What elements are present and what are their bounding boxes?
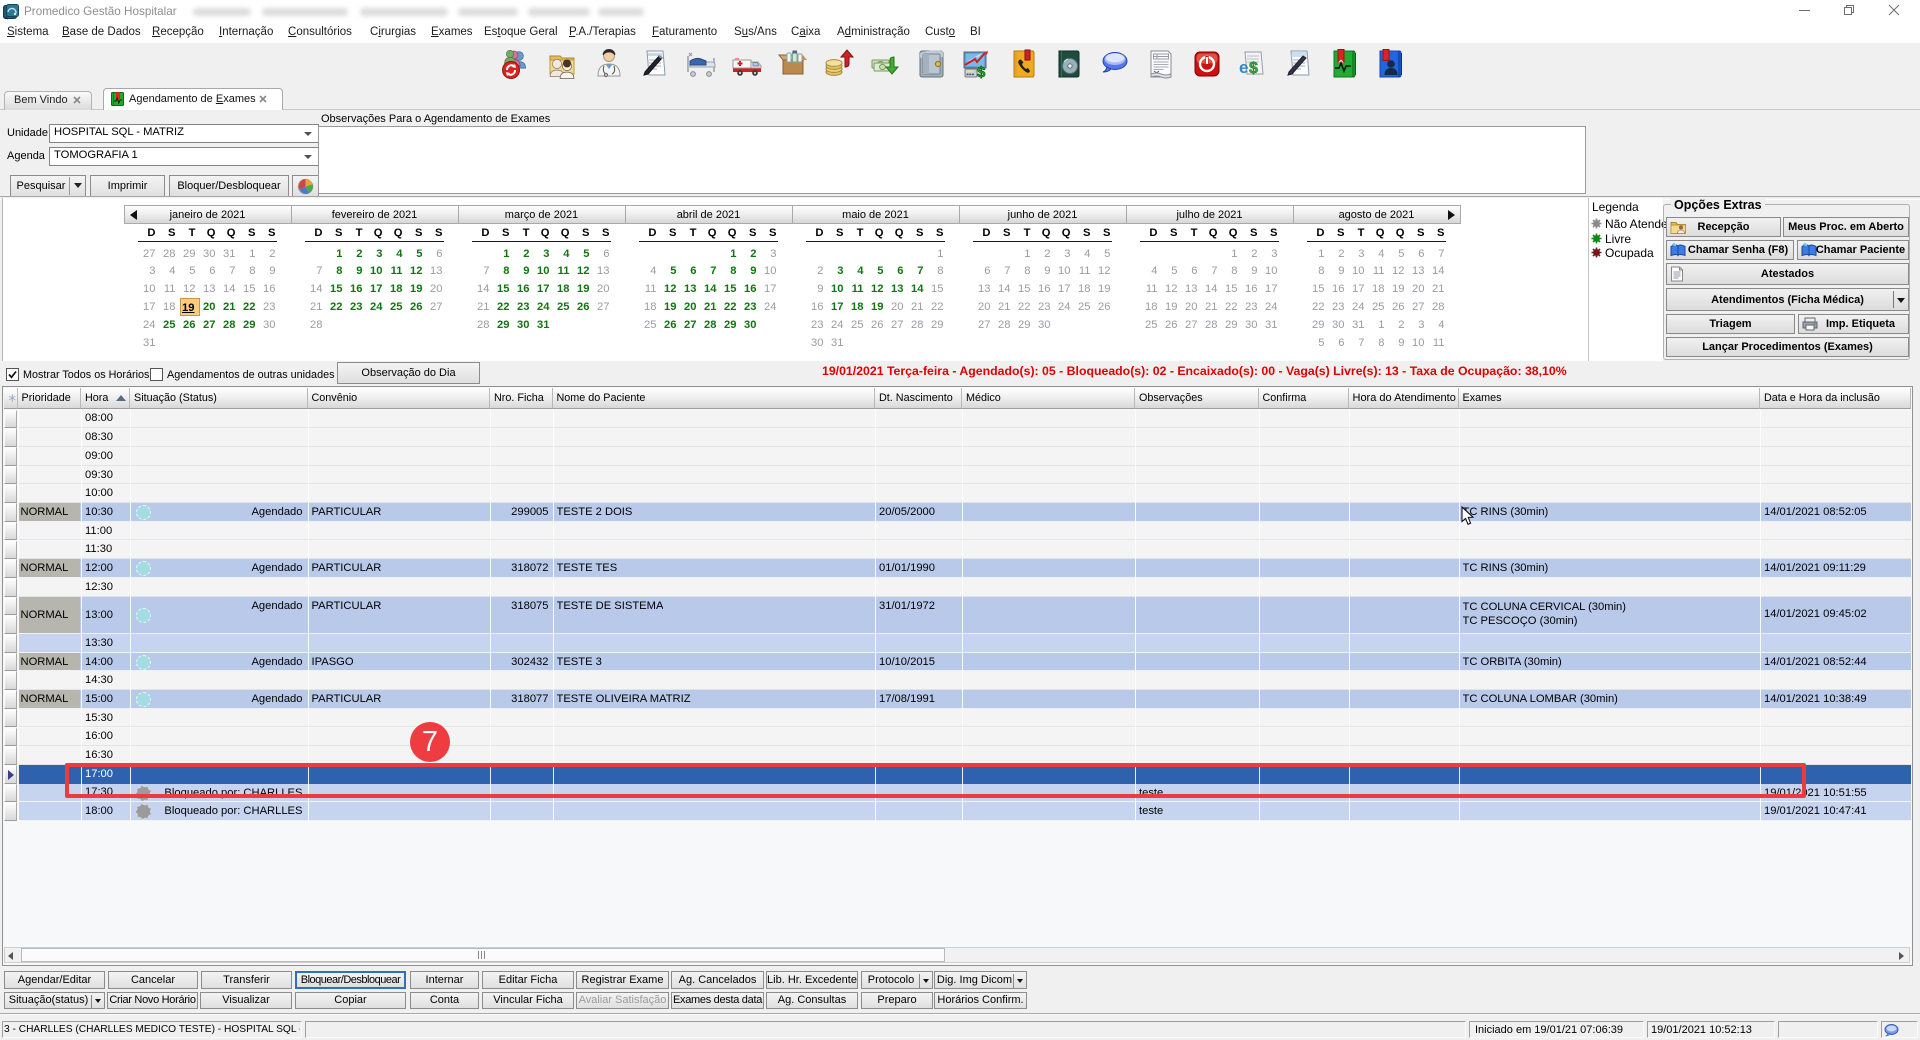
svg-text:$: $: [977, 64, 986, 80]
svg-text:$: $: [1249, 60, 1258, 77]
svg-text:e: e: [1239, 58, 1248, 77]
